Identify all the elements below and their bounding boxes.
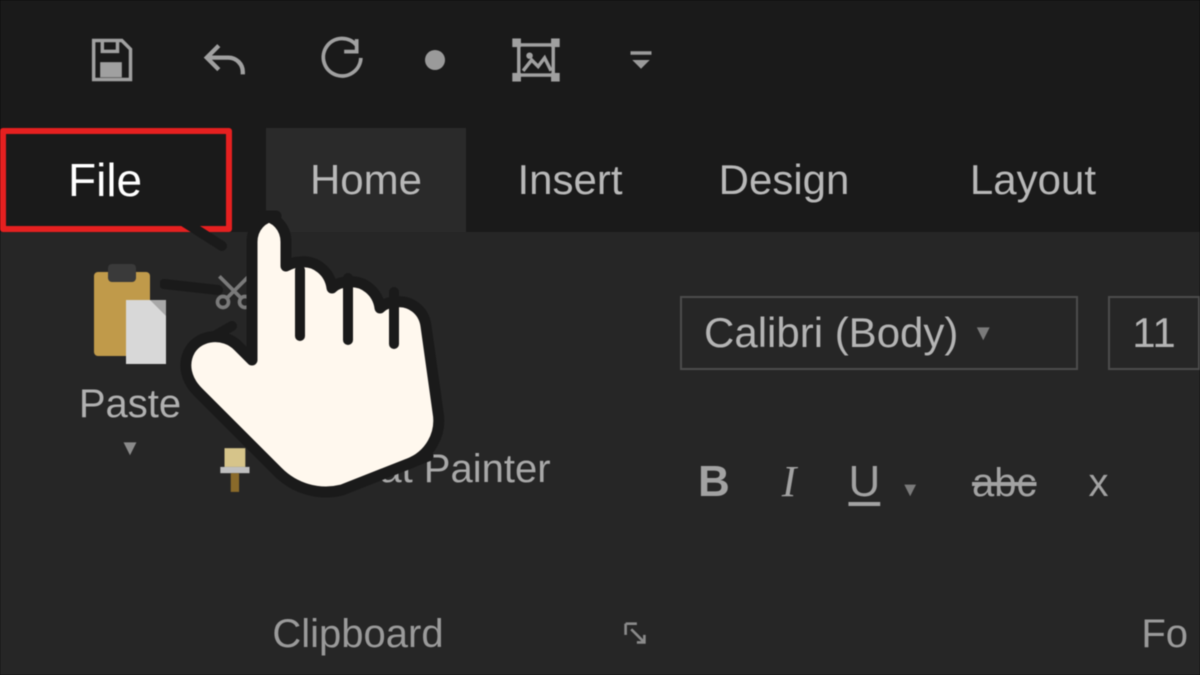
copy-button[interactable]: Copy bbox=[212, 354, 367, 399]
clipboard-dialog-launcher[interactable] bbox=[620, 618, 650, 653]
tab-home[interactable]: Home bbox=[266, 128, 466, 232]
font-name-dropdown[interactable]: Calibri (Body) ▼ bbox=[680, 296, 1078, 370]
font-style-buttons: B I U ▼ abc x bbox=[698, 456, 1109, 507]
ribbon-home: Paste ▼ Cut Copy bbox=[0, 232, 1200, 675]
touch-mode-icon[interactable] bbox=[425, 50, 445, 70]
paste-label: Paste bbox=[79, 382, 181, 427]
subscript-button[interactable]: x bbox=[1089, 461, 1109, 506]
paste-icon bbox=[86, 260, 174, 372]
redo-icon[interactable] bbox=[315, 35, 365, 85]
tab-insert[interactable]: Insert bbox=[466, 128, 674, 232]
tab-design[interactable]: Design bbox=[674, 128, 894, 232]
cut-button[interactable]: Cut bbox=[212, 268, 336, 313]
tab-file[interactable]: File bbox=[0, 128, 232, 232]
chevron-down-icon: ▼ bbox=[972, 320, 994, 346]
bold-button[interactable]: B bbox=[698, 457, 730, 507]
paste-button[interactable]: Paste ▼ bbox=[66, 260, 194, 461]
quick-access-toolbar bbox=[0, 0, 1200, 120]
scissors-icon bbox=[212, 269, 256, 313]
group-clipboard: Paste ▼ Cut Copy bbox=[48, 232, 668, 675]
copy-icon bbox=[212, 355, 256, 399]
copy-label: Copy bbox=[274, 354, 367, 399]
underline-button[interactable]: U bbox=[848, 457, 880, 507]
save-icon[interactable] bbox=[85, 34, 137, 86]
font-size-dropdown[interactable]: 11 bbox=[1108, 296, 1200, 370]
customize-qat-icon[interactable] bbox=[627, 46, 655, 74]
font-size-value: 11 bbox=[1132, 309, 1176, 357]
clipboard-group-label: Clipboard bbox=[48, 612, 668, 657]
undo-icon[interactable] bbox=[197, 36, 255, 84]
ribbon-tabs: File Home Insert Design Layout bbox=[0, 128, 1200, 232]
underline-dropdown-icon[interactable]: ▼ bbox=[900, 479, 920, 502]
format-painter-icon bbox=[212, 444, 262, 494]
paste-dropdown-icon[interactable]: ▼ bbox=[119, 435, 141, 461]
format-painter-button[interactable]: Format Painter bbox=[212, 444, 551, 494]
font-name-value: Calibri (Body) bbox=[704, 309, 958, 357]
format-painter-label: Format Painter bbox=[286, 447, 551, 492]
word-ribbon-screenshot: File Home Insert Design Layout Paste ▼ bbox=[0, 0, 1200, 675]
tab-layout[interactable]: Layout bbox=[894, 128, 1096, 232]
font-group-label: Fo bbox=[680, 612, 1200, 657]
cut-label: Cut bbox=[274, 268, 336, 313]
strikethrough-button[interactable]: abc bbox=[972, 461, 1037, 506]
group-font: Calibri (Body) ▼ 11 B I U ▼ abc x Fo bbox=[680, 232, 1200, 675]
italic-button[interactable]: I bbox=[782, 456, 797, 507]
object-select-icon[interactable] bbox=[505, 32, 567, 88]
